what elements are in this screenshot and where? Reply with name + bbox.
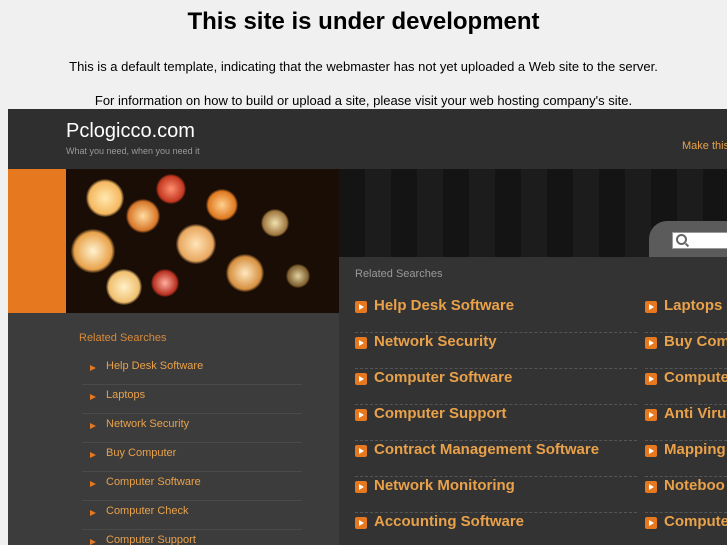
arrow-icon — [90, 510, 96, 516]
list-item[interactable]: Buy Computer — [82, 443, 302, 472]
arrow-icon — [90, 423, 96, 429]
bullet-arrow-icon — [645, 337, 657, 349]
bullet-arrow-icon — [355, 373, 367, 385]
related-link[interactable]: Anti Virus — [645, 404, 727, 441]
accent-bar — [8, 169, 66, 313]
arrow-icon — [90, 481, 96, 487]
bullet-arrow-icon — [645, 517, 657, 529]
related-link[interactable]: Accounting Software — [355, 512, 637, 545]
list-item[interactable]: Network Security — [82, 414, 302, 443]
list-item[interactable]: Laptops — [82, 385, 302, 414]
related-link[interactable]: Compute — [645, 512, 727, 545]
header: Pclogicco.com What you need, when you ne… — [8, 109, 727, 169]
search-input[interactable] — [672, 232, 727, 249]
bullet-arrow-icon — [645, 409, 657, 421]
arrow-icon — [90, 452, 96, 458]
main-related-heading: Related Searches — [355, 268, 443, 280]
list-item[interactable]: Computer Check — [82, 501, 302, 530]
bokeh-lights-image — [66, 169, 339, 313]
arrow-icon — [90, 365, 96, 371]
related-link[interactable]: Network Monitoring — [355, 476, 637, 513]
related-link[interactable]: Noteboo — [645, 476, 727, 513]
related-link[interactable]: Compute — [645, 368, 727, 405]
related-link[interactable]: Computer Support — [355, 404, 637, 441]
bullet-arrow-icon — [355, 481, 367, 493]
search-icon[interactable] — [676, 234, 687, 245]
list-item[interactable]: Help Desk Software — [82, 356, 302, 385]
notice-line-2: For information on how to build or uploa… — [94, 93, 633, 108]
make-homepage-link[interactable]: Make this — [682, 140, 727, 152]
site-title[interactable]: Pclogicco.com — [66, 120, 195, 143]
bullet-arrow-icon — [645, 481, 657, 493]
parked-page-frame: Pclogicco.com What you need, when you ne… — [8, 109, 727, 545]
notice-title: This site is under development — [187, 8, 540, 35]
bullet-arrow-icon — [355, 409, 367, 421]
bullet-arrow-icon — [645, 301, 657, 313]
related-link[interactable]: Mapping — [645, 440, 727, 477]
left-related-heading: Related Searches — [79, 332, 167, 344]
related-link[interactable]: Network Security — [355, 332, 637, 369]
bullet-arrow-icon — [355, 445, 367, 457]
related-link[interactable]: Help Desk Software — [355, 296, 637, 333]
arrow-icon — [90, 539, 96, 545]
notice-line-1: This is a default template, indicating t… — [69, 59, 658, 74]
bullet-arrow-icon — [355, 517, 367, 529]
bullet-arrow-icon — [645, 445, 657, 457]
list-item[interactable]: Computer Support — [82, 530, 302, 545]
bullet-arrow-icon — [355, 301, 367, 313]
related-link[interactable]: Contract Management Software — [355, 440, 637, 477]
left-related-list: Help Desk Software Laptops Network Secur… — [82, 356, 302, 545]
related-link[interactable]: Buy Com — [645, 332, 727, 369]
list-item[interactable]: Computer Software — [82, 472, 302, 501]
related-link[interactable]: Computer Software — [355, 368, 637, 405]
tagline: What you need, when you need it — [66, 146, 200, 156]
arrow-icon — [90, 394, 96, 400]
bullet-arrow-icon — [645, 373, 657, 385]
related-link[interactable]: Laptops — [645, 296, 727, 333]
bullet-arrow-icon — [355, 337, 367, 349]
